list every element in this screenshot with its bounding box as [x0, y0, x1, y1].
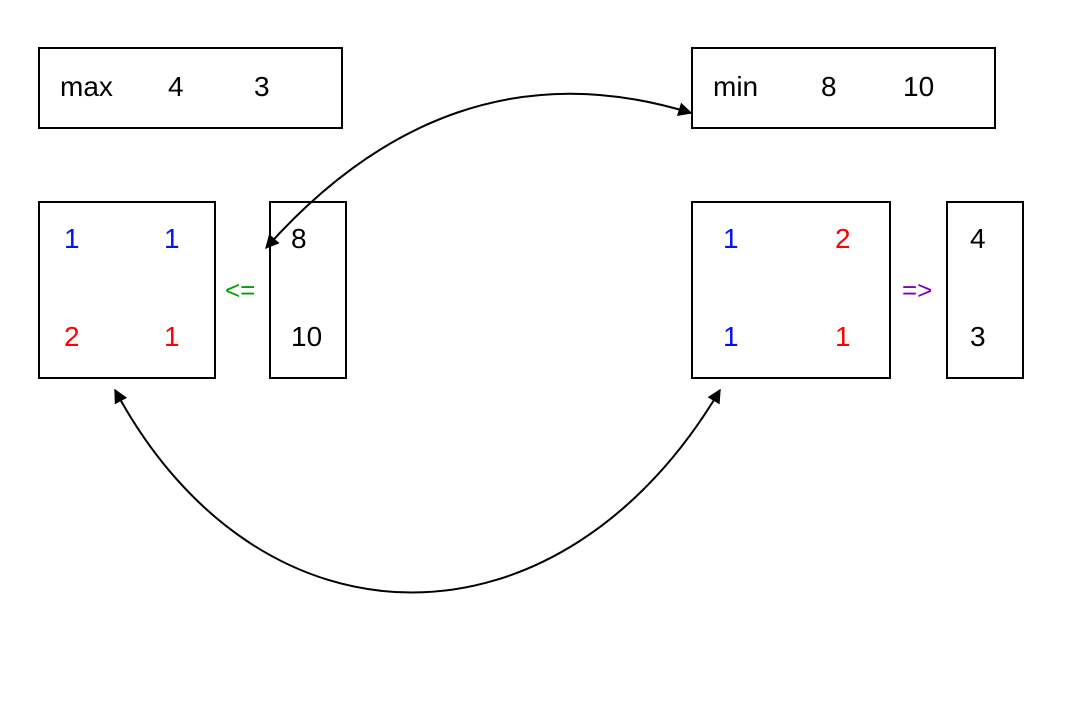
dual-op: min — [713, 71, 758, 103]
dual-relation: => — [902, 275, 932, 306]
primal-a22: 1 — [164, 321, 180, 353]
dual-a11: 1 — [723, 223, 739, 255]
primal-b1: 8 — [291, 223, 307, 255]
primal-c1: 4 — [168, 71, 184, 103]
primal-matrix-box: 1 1 2 1 — [38, 201, 216, 379]
primal-b2: 10 — [291, 321, 322, 353]
dual-c1: 4 — [970, 223, 986, 255]
arrow-matrix-to-matrix — [115, 390, 720, 593]
primal-a12: 1 — [164, 223, 180, 255]
dual-a21: 1 — [723, 321, 739, 353]
dual-c-box: 4 3 — [946, 201, 1024, 379]
dual-b1: 8 — [821, 71, 837, 103]
primal-header-box: max 4 3 — [38, 47, 343, 129]
primal-c2: 3 — [254, 71, 270, 103]
dual-header-box: min 8 10 — [691, 47, 996, 129]
dual-a12: 2 — [835, 223, 851, 255]
primal-a11: 1 — [64, 223, 80, 255]
dual-b2: 10 — [903, 71, 934, 103]
primal-a21: 2 — [64, 321, 80, 353]
primal-op: max — [60, 71, 113, 103]
primal-b-box: 8 10 — [269, 201, 347, 379]
dual-matrix-box: 1 2 1 1 — [691, 201, 891, 379]
dual-c2: 3 — [970, 321, 986, 353]
dual-a22: 1 — [835, 321, 851, 353]
primal-relation: <= — [225, 275, 255, 306]
